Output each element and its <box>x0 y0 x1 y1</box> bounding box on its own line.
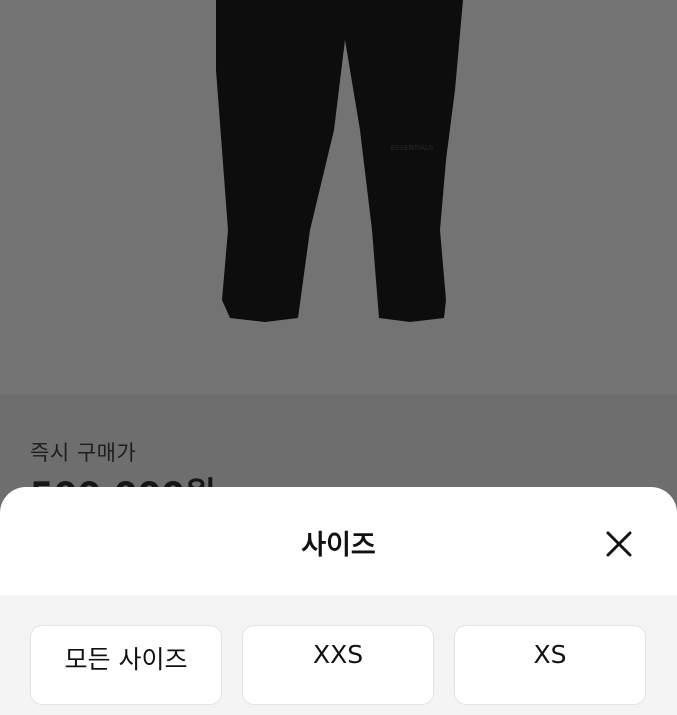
size-option-label: XXS <box>312 640 364 669</box>
size-bottom-sheet: 사이즈 모든 사이즈 XXS XS <box>0 487 677 715</box>
close-icon <box>606 531 632 557</box>
sheet-title: 사이즈 <box>301 530 376 561</box>
buy-now-label: 즉시 구매가 <box>30 441 137 465</box>
size-option-xs[interactable]: XS <box>454 625 646 705</box>
brand-print: ESSENTIALS <box>391 144 434 152</box>
product-image: ESSENTIALS <box>216 0 463 322</box>
size-option-label: 모든 사이즈 <box>64 645 188 674</box>
size-option-label: XS <box>533 640 567 669</box>
product-image-area: ESSENTIALS <box>0 0 677 395</box>
size-option-xxs[interactable]: XXS <box>242 625 434 705</box>
close-button[interactable] <box>598 523 640 565</box>
size-option-all[interactable]: 모든 사이즈 <box>30 625 222 705</box>
size-options: 모든 사이즈 XXS XS <box>0 595 677 715</box>
